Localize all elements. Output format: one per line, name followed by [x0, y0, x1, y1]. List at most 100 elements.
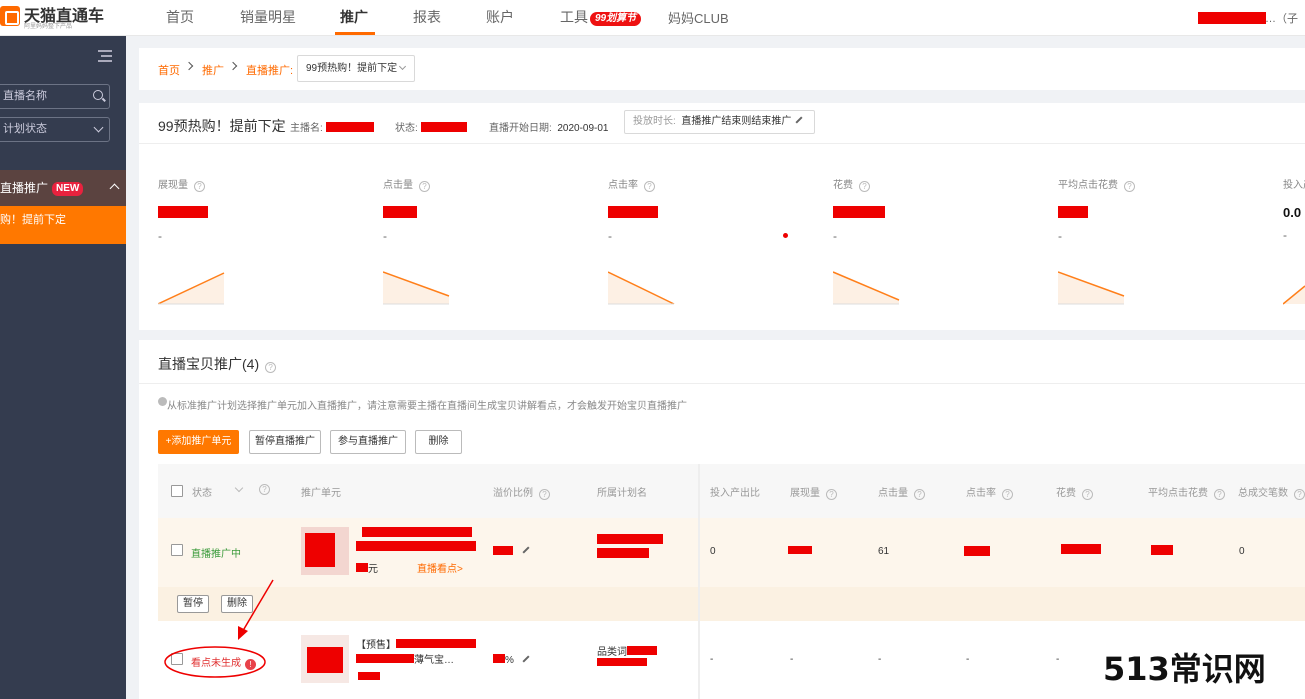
th-impressions: 展现量?	[790, 484, 837, 500]
metric-roi: 投入产出比 0.0 -	[1283, 180, 1305, 242]
logo[interactable]: 天猫直通车 阿里妈妈整下产品	[0, 2, 110, 32]
row-checkbox[interactable]	[171, 653, 183, 665]
help-icon[interactable]: ?	[539, 489, 550, 500]
duration-edit-button[interactable]: 投放时长: 直播推广结束则结束推广	[624, 110, 815, 134]
nav-home[interactable]: 首页	[166, 7, 194, 27]
cell-cost: -	[1056, 654, 1060, 665]
metric-cost: 花费? -	[833, 176, 1033, 243]
row-pause-button[interactable]: 暂停	[177, 595, 209, 613]
cell-premium: %	[493, 654, 514, 666]
live-highlight-link[interactable]: 直播看点>	[417, 560, 463, 575]
help-icon[interactable]: ?	[194, 181, 205, 192]
th-ctr: 点击率?	[966, 484, 1013, 500]
breadcrumb-promo[interactable]: 推广	[202, 62, 224, 78]
delete-button[interactable]: 删除	[415, 430, 462, 454]
pencil-icon	[795, 116, 803, 124]
help-icon[interactable]: ?	[1294, 489, 1305, 500]
chevron-down-icon	[398, 62, 407, 71]
cell-plan-name: 品类词	[597, 643, 657, 658]
plan-switch-dropdown[interactable]: 99预热购！提前下定	[297, 55, 415, 82]
metric-avg-cpc: 平均点击花费? -	[1058, 176, 1258, 243]
start-date: 直播开始日期: 2020-09-01	[489, 123, 609, 134]
unit-title: 【预售】	[356, 636, 476, 651]
cell-clicks: -	[878, 654, 882, 665]
breadcrumb-live[interactable]: 直播推广:	[246, 62, 293, 78]
th-roi: 投入产出比	[710, 488, 760, 499]
sparkline-cost	[833, 271, 900, 305]
help-icon[interactable]: ?	[644, 181, 655, 192]
redacted-cost	[1061, 544, 1101, 554]
help-icon[interactable]: ?	[419, 181, 430, 192]
live-name-search-input[interactable]: 直播名称	[0, 84, 110, 109]
chevron-right-icon	[184, 61, 194, 71]
join-live-button[interactable]: 参与直播推广	[330, 430, 406, 454]
redacted-ctr	[964, 546, 990, 556]
sidebar-item-active-plan[interactable]: 购！提前下定	[0, 206, 126, 244]
redacted-impressions	[788, 546, 812, 554]
pencil-icon[interactable]	[522, 655, 530, 663]
product-thumbnail[interactable]	[301, 527, 349, 575]
nav-reports[interactable]: 报表	[413, 7, 441, 27]
chevron-down-icon[interactable]	[234, 483, 244, 493]
help-icon[interactable]: ?	[265, 362, 277, 373]
help-icon[interactable]: ?	[1214, 489, 1225, 500]
sparkline-impressions	[158, 272, 225, 305]
cell-roi: -	[710, 654, 714, 665]
row-actions: 暂停 删除	[158, 587, 1305, 621]
help-icon[interactable]: ?	[826, 489, 837, 500]
sidebar-item-label: 购！提前下定	[0, 214, 66, 226]
row-checkbox[interactable]	[171, 544, 183, 556]
sparkline-ctr	[608, 271, 675, 305]
cell-roi: 0	[710, 546, 716, 557]
plan-status-select[interactable]: 计划状态	[0, 117, 110, 142]
anchor-name: 主播名:	[290, 119, 374, 134]
notice-text: 从标准推广计划选择推广单元加入直播推广，请注意需要主播在直播间生成宝贝讲解看点，…	[167, 401, 687, 412]
redacted-price	[358, 672, 380, 680]
pencil-icon[interactable]	[522, 546, 530, 554]
redacted-value	[1058, 206, 1088, 218]
help-icon[interactable]: ?	[1124, 181, 1135, 192]
search-icon[interactable]	[93, 90, 103, 100]
nav-tools[interactable]: 工具 99划算节	[560, 7, 642, 27]
nav-mama-club[interactable]: 妈妈CLUB	[668, 8, 729, 27]
nav-promotion[interactable]: 推广	[340, 7, 368, 27]
th-deals: 总成交笔数?	[1238, 484, 1305, 500]
select-all-checkbox[interactable]	[171, 485, 183, 497]
search-placeholder: 直播名称	[3, 90, 47, 102]
pause-live-button[interactable]: 暂停直播推广	[249, 430, 321, 454]
warning-icon[interactable]: !	[245, 659, 256, 670]
metric-clicks: 点击量? -	[383, 176, 583, 243]
th-plan-name: 所属计划名	[597, 488, 647, 499]
nav-account[interactable]: 账户	[486, 7, 514, 27]
breadcrumb-home[interactable]: 首页	[158, 62, 180, 78]
redacted-plan-name	[597, 658, 647, 666]
metric-ctr: 点击率? -	[608, 176, 808, 243]
th-clicks: 点击量?	[878, 484, 925, 500]
nav-active-indicator	[335, 32, 375, 35]
sidebar-section-live-promo[interactable]: 直播推广 NEW	[0, 170, 126, 206]
sparkline-clicks	[383, 271, 450, 305]
help-icon[interactable]: ?	[1082, 489, 1093, 500]
nav-sales-stars[interactable]: 销量明星	[240, 7, 296, 27]
help-icon[interactable]: ?	[259, 484, 270, 495]
add-unit-button[interactable]: +添加推广单元	[158, 430, 239, 454]
redacted-status	[420, 122, 467, 132]
collapse-menu-icon[interactable]	[98, 50, 112, 62]
plan-title: 99预热购！提前下定	[158, 118, 286, 134]
redacted-value	[383, 206, 417, 218]
redacted-plan-name	[597, 534, 663, 544]
redacted-avg-cpc	[1151, 545, 1173, 555]
redacted-unit-title	[362, 527, 472, 537]
redacted-anchor	[325, 122, 374, 132]
help-icon[interactable]: ?	[859, 181, 870, 192]
product-thumbnail[interactable]	[301, 635, 349, 683]
info-icon	[158, 397, 167, 406]
chevron-up-icon	[109, 183, 120, 194]
account-menu[interactable]: …（子	[1265, 10, 1298, 26]
help-icon[interactable]: ?	[1002, 489, 1013, 500]
cell-deals: 0	[1239, 546, 1245, 557]
unit-price: 元	[356, 560, 378, 575]
th-cost: 花费?	[1056, 484, 1093, 500]
help-icon[interactable]: ?	[914, 489, 925, 500]
row-delete-button[interactable]: 删除	[221, 595, 253, 613]
